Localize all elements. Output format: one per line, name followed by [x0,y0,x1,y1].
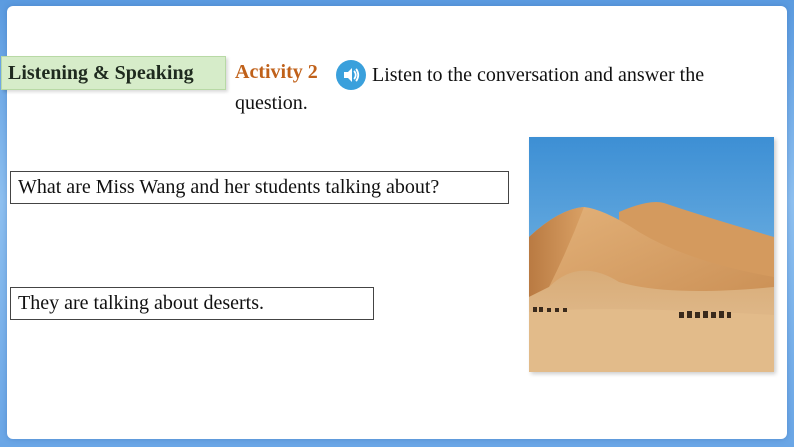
speaker-icon [344,68,360,82]
question-text: What are Miss Wang and her students talk… [18,176,440,198]
speaker-button[interactable] [336,60,366,90]
section-tag: Listening & Speaking [1,56,226,90]
answer-box: They are talking about deserts. [10,287,374,320]
section-tag-label: Listening & Speaking [8,61,194,84]
answer-text: They are talking about deserts. [18,292,265,314]
question-box: What are Miss Wang and her students talk… [10,171,509,204]
desert-photo [529,137,774,372]
activity-label: Activity 2 [235,61,318,83]
